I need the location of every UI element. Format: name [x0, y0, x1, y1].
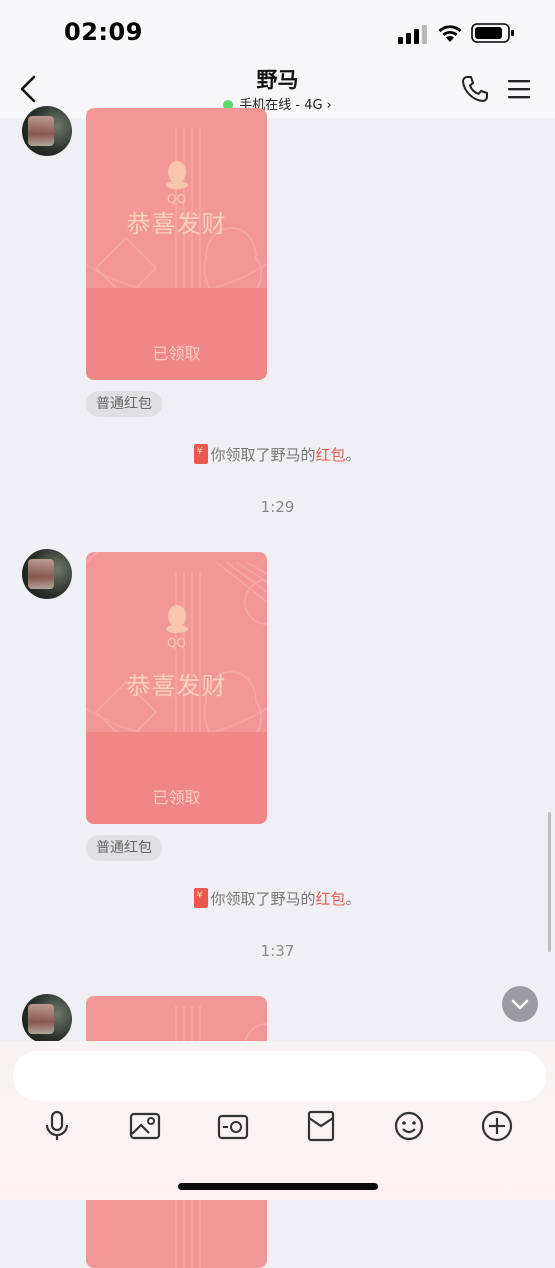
system-message-suffix: 。 — [345, 890, 361, 908]
chevron-down-icon — [511, 999, 529, 1010]
microphone-icon[interactable] — [40, 1109, 74, 1143]
input-area — [0, 1041, 555, 1200]
red-packet-card[interactable]: QQ 恭喜发财 已领取 — [86, 552, 267, 824]
red-packet-card[interactable]: QQ 恭喜发财 已领取 — [86, 108, 267, 380]
system-message-suffix: 。 — [345, 446, 361, 464]
red-packet-greeting: 恭喜发财 — [126, 210, 227, 238]
system-message: 你领取了野马的红包。 — [0, 443, 555, 466]
red-packet-icon[interactable] — [304, 1109, 338, 1143]
red-packet-type-tag: 普通红包 — [86, 391, 162, 417]
red-packet-type-tag: 普通红包 — [86, 835, 162, 861]
emoji-icon[interactable] — [392, 1109, 426, 1143]
system-message-text: 你领取了野马的 — [210, 446, 316, 464]
message-input[interactable] — [13, 1051, 546, 1101]
red-packet-small-icon — [194, 443, 209, 464]
battery-icon — [471, 23, 514, 43]
timestamp: 1:37 — [260, 942, 295, 960]
red-packet-small-icon — [194, 887, 209, 908]
contact-avatar[interactable] — [22, 106, 72, 156]
red-packet-bottom — [86, 732, 267, 824]
home-indicator — [178, 1183, 378, 1190]
red-packet-greeting: 恭喜发财 — [126, 672, 227, 700]
contact-avatar[interactable] — [22, 549, 72, 599]
chevron-right-icon: › — [326, 98, 332, 113]
camera-icon[interactable] — [216, 1109, 250, 1143]
timestamp: 1:29 — [260, 498, 295, 516]
red-packet-status: 已领取 — [152, 344, 201, 363]
plus-icon[interactable] — [480, 1109, 514, 1143]
scroll-to-bottom-button[interactable] — [502, 986, 538, 1022]
qq-penguin-icon — [166, 605, 188, 633]
system-message: 你领取了野马的红包。 — [0, 887, 555, 910]
signal-icon — [398, 25, 427, 44]
menu-icon[interactable] — [507, 78, 531, 100]
red-packet-link[interactable]: 红包 — [315, 446, 345, 464]
red-packet-bottom — [86, 288, 267, 380]
chat-header: 野马 手机在线 - 4G › — [0, 62, 555, 118]
contact-avatar[interactable] — [22, 994, 72, 1044]
image-icon[interactable] — [128, 1109, 162, 1143]
phone-icon[interactable] — [460, 74, 490, 104]
qq-penguin-icon — [166, 161, 188, 189]
red-packet-link[interactable]: 红包 — [315, 890, 345, 908]
scroll-indicator[interactable] — [548, 812, 551, 952]
system-message-text: 你领取了野马的 — [210, 890, 316, 908]
red-packet-status: 已领取 — [152, 788, 201, 807]
qq-label: QQ — [167, 636, 186, 650]
status-bar: 02:09 — [0, 0, 555, 62]
status-time: 02:09 — [64, 18, 143, 46]
wifi-icon — [438, 25, 462, 42]
